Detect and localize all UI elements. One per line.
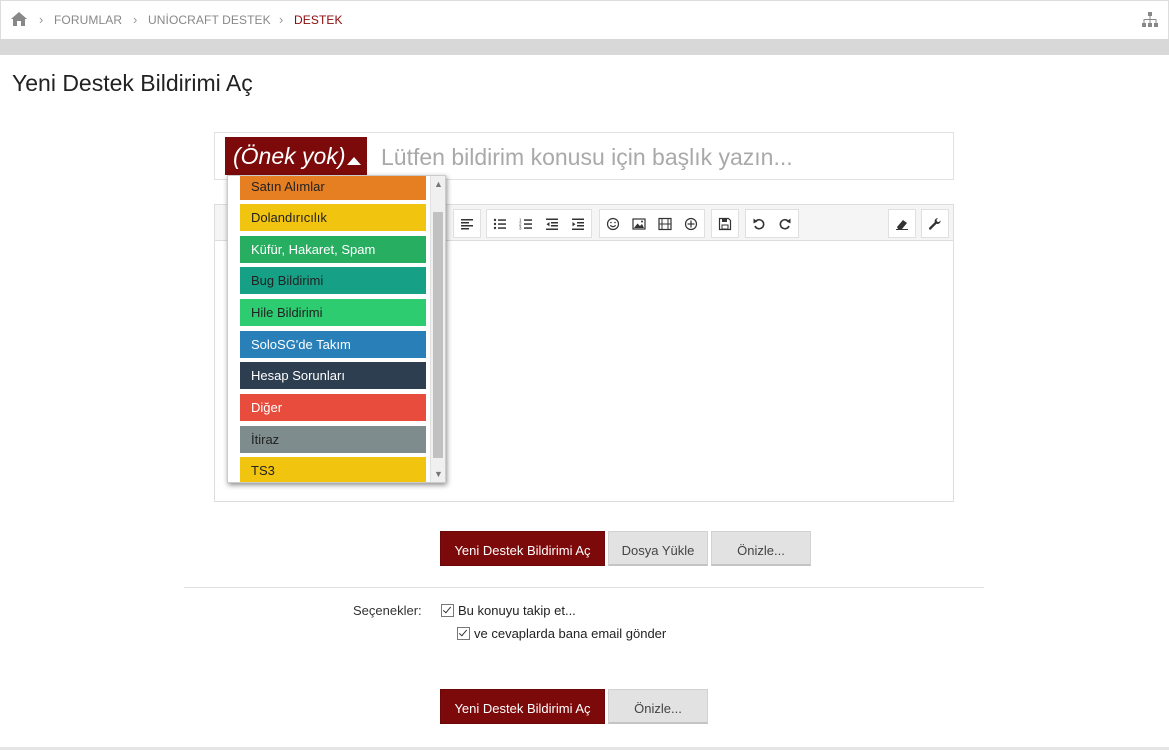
svg-text:3: 3 bbox=[519, 225, 522, 230]
prefix-option-8[interactable]: İtiraz bbox=[240, 426, 426, 453]
numbered-list-icon[interactable]: 123 bbox=[513, 210, 539, 237]
breadcrumb-separator-icon: › bbox=[39, 12, 44, 27]
thread-title-row: (Önek yok) bbox=[214, 132, 954, 180]
align-left-icon[interactable] bbox=[454, 210, 480, 237]
header-band bbox=[0, 39, 1169, 55]
prefix-label: (Önek yok) bbox=[233, 143, 346, 169]
toolbar-group-settings bbox=[921, 209, 949, 238]
submit-ticket-button[interactable]: Yeni Destek Bildirimi Aç bbox=[440, 531, 605, 566]
scroll-down-icon[interactable]: ▼ bbox=[434, 469, 443, 479]
caret-up-icon bbox=[347, 157, 362, 165]
upload-file-button[interactable]: Dosya Yükle bbox=[608, 531, 708, 566]
undo-icon[interactable] bbox=[746, 210, 772, 237]
smiley-icon[interactable] bbox=[600, 210, 626, 237]
thread-title-input[interactable] bbox=[379, 137, 943, 177]
save-draft-icon[interactable] bbox=[712, 210, 738, 237]
prefix-option-7[interactable]: Diğer bbox=[240, 394, 426, 421]
bullet-list-icon[interactable] bbox=[487, 210, 513, 237]
email-replies-checkbox[interactable] bbox=[457, 627, 470, 640]
submit-ticket-button-bottom[interactable]: Yeni Destek Bildirimi Aç bbox=[440, 689, 605, 724]
breadcrumb-separator-icon: › bbox=[133, 12, 138, 27]
indent-icon[interactable] bbox=[565, 210, 591, 237]
prefix-option-9[interactable]: TS3 bbox=[240, 457, 426, 482]
preview-button[interactable]: Önizle... bbox=[711, 531, 811, 566]
prefix-option-5[interactable]: SoloSG'de Takım bbox=[240, 331, 426, 358]
email-replies-label: ve cevaplarda bana email gönder bbox=[474, 626, 667, 641]
breadcrumb-item-support[interactable]: DESTEK bbox=[294, 13, 343, 27]
breadcrumb-separator-icon: › bbox=[279, 12, 284, 27]
toolbar-group-format bbox=[888, 209, 916, 238]
prefix-option-6[interactable]: Hesap Sorunları bbox=[240, 362, 426, 389]
outdent-icon[interactable] bbox=[539, 210, 565, 237]
page-title: Yeni Destek Bildirimi Aç bbox=[12, 70, 253, 96]
email-replies-option[interactable]: ve cevaplarda bana email gönder bbox=[457, 626, 666, 641]
insert-icon[interactable] bbox=[678, 210, 704, 237]
prefix-dropdown-button[interactable]: (Önek yok) bbox=[225, 137, 368, 175]
toolbar-group-draft bbox=[711, 209, 739, 238]
preview-button-bottom[interactable]: Önizle... bbox=[608, 689, 708, 724]
section-divider bbox=[184, 587, 984, 588]
sitemap-icon[interactable] bbox=[1142, 12, 1158, 28]
prefix-option-0[interactable]: Satın Alımlar bbox=[240, 176, 426, 200]
breadcrumb-item-uniocraft-support[interactable]: UNİOCRAFT DESTEK bbox=[148, 13, 271, 27]
prefix-dropdown-menu: Satın Alımlar Dolandırıcılık Küfür, Haka… bbox=[227, 175, 446, 483]
toolbar-group-lists: 123 bbox=[486, 209, 592, 238]
prefix-option-2[interactable]: Küfür, Hakaret, Spam bbox=[240, 236, 426, 263]
dropdown-scrollbar[interactable]: ▲ ▼ bbox=[430, 176, 445, 482]
redo-icon[interactable] bbox=[772, 210, 798, 237]
options-label: Seçenekler: bbox=[353, 603, 422, 618]
prefix-option-3[interactable]: Bug Bildirimi bbox=[240, 267, 426, 294]
settings-wrench-icon[interactable] bbox=[922, 210, 948, 237]
toolbar-group-history bbox=[745, 209, 799, 238]
toolbar-group-align bbox=[453, 209, 481, 238]
prefix-option-4[interactable]: Hile Bildirimi bbox=[240, 299, 426, 326]
scroll-up-icon[interactable]: ▲ bbox=[434, 179, 443, 189]
image-icon[interactable] bbox=[626, 210, 652, 237]
watch-thread-checkbox[interactable] bbox=[441, 604, 454, 617]
watch-thread-label: Bu konuyu takip et... bbox=[458, 603, 576, 618]
remove-format-icon[interactable] bbox=[889, 210, 915, 237]
breadcrumb: › FORUMLAR › UNİOCRAFT DESTEK › DESTEK bbox=[0, 0, 1169, 39]
scrollbar-thumb[interactable] bbox=[433, 212, 443, 458]
watch-thread-option[interactable]: Bu konuyu takip et... bbox=[441, 603, 576, 618]
media-icon[interactable] bbox=[652, 210, 678, 237]
breadcrumb-item-forums[interactable]: FORUMLAR bbox=[54, 13, 122, 27]
prefix-option-1[interactable]: Dolandırıcılık bbox=[240, 204, 426, 231]
home-icon[interactable] bbox=[11, 12, 27, 26]
toolbar-group-insert bbox=[599, 209, 705, 238]
